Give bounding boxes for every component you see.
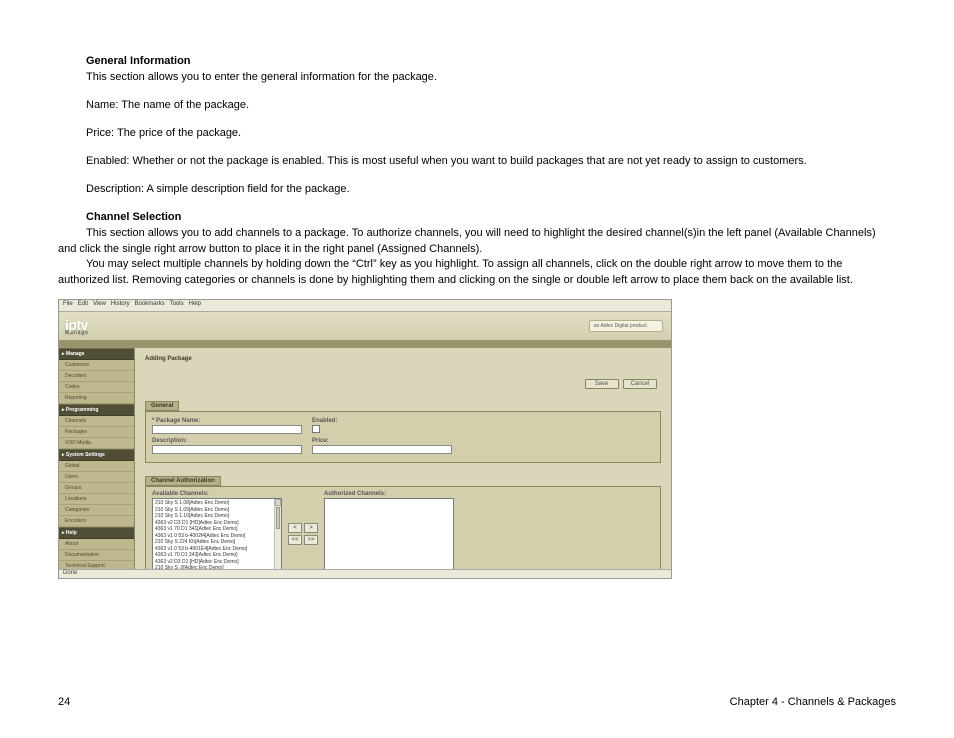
sidebar-header-programming[interactable]: ▸ Programming: [59, 404, 134, 416]
para-enabled: Enabled: Whether or not the package is e…: [58, 154, 896, 170]
para-chan-2: You may select multiple channels by hold…: [58, 257, 896, 289]
menu-bookmarks[interactable]: Bookmarks: [135, 301, 165, 310]
available-channels-label: Available Channels:: [152, 491, 282, 497]
sidebar-item-groups[interactable]: Groups: [59, 483, 134, 494]
para-price: Price: The price of the package.: [58, 126, 896, 142]
save-button-top[interactable]: Save: [585, 379, 619, 389]
move-all-right-button[interactable]: >>: [304, 535, 318, 545]
heading-channel-selection: Channel Selection: [58, 210, 896, 226]
available-channels-list[interactable]: 210 Sky S 1.08[Adtec Enc Demo]210 Sky S …: [152, 498, 282, 579]
para-chan-1: This section allows you to add channels …: [58, 226, 896, 258]
sidebar-item-categories[interactable]: Categories: [59, 505, 134, 516]
product-tag: an Adtec Digital product.: [589, 320, 663, 332]
browser-menubar: File Edit View History Bookmarks Tools H…: [59, 300, 671, 312]
move-left-button[interactable]: <: [288, 523, 302, 533]
sidebar-item-about[interactable]: About: [59, 539, 134, 550]
cancel-button-top[interactable]: Cancel: [623, 379, 657, 389]
sidebar-header-manage[interactable]: ▸ Manage: [59, 348, 134, 360]
package-name-label: * Package Name:: [152, 418, 302, 424]
general-panel: * Package Name: Enabled: Description:: [145, 411, 661, 463]
page-footer: 24 Chapter 4 - Channels & Packages: [58, 696, 896, 708]
sidebar: ▸ Manage Customers Decoders Codes Report…: [59, 348, 135, 569]
content-area: Adding Package Save Cancel General * Pac…: [135, 348, 671, 569]
menu-help[interactable]: Help: [189, 301, 201, 310]
para-name: Name: The name of the package.: [58, 98, 896, 114]
sidebar-item-packages[interactable]: Packages: [59, 427, 134, 438]
sidebar-item-channels[interactable]: Channels: [59, 416, 134, 427]
menu-view[interactable]: View: [93, 301, 106, 310]
app-screenshot: File Edit View History Bookmarks Tools H…: [58, 299, 672, 579]
price-field[interactable]: [312, 445, 452, 454]
sidebar-item-global[interactable]: Global: [59, 461, 134, 472]
move-all-left-button[interactable]: <<: [288, 535, 302, 545]
sidebar-item-reporting[interactable]: Reporting: [59, 393, 134, 404]
sidebar-item-locations[interactable]: Locations: [59, 494, 134, 505]
general-tab: General: [145, 401, 179, 411]
channel-auth-panel: Available Channels: 210 Sky S 1.08[Adtec…: [145, 486, 661, 579]
page-title: Adding Package: [145, 356, 661, 362]
menu-history[interactable]: History: [111, 301, 130, 310]
scrollbar[interactable]: [274, 499, 281, 579]
menu-edit[interactable]: Edit: [78, 301, 88, 310]
list-item[interactable]: National Geographic [Educational]: [155, 578, 279, 579]
sidebar-item-documentation[interactable]: Documentation: [59, 550, 134, 561]
channel-auth-tab: Channel Authorization: [145, 476, 221, 486]
authorized-channels-list[interactable]: [324, 498, 454, 579]
app-logo: iptvManage: [65, 317, 89, 336]
enabled-checkbox[interactable]: [312, 425, 320, 433]
sidebar-item-users[interactable]: Users: [59, 472, 134, 483]
para-general-intro: This section allows you to enter the gen…: [58, 70, 896, 86]
price-label: Price:: [312, 438, 452, 444]
authorized-channels-label: Authorized Channels:: [324, 491, 454, 497]
description-label: Description:: [152, 438, 302, 444]
sidebar-header-system[interactable]: ▸ System Settings: [59, 449, 134, 461]
sidebar-item-customers[interactable]: Customers: [59, 360, 134, 371]
sidebar-item-encoders[interactable]: Encoders: [59, 516, 134, 527]
document-body: General Information This section allows …: [58, 54, 896, 289]
header-stripe: [59, 340, 671, 348]
package-name-field[interactable]: [152, 425, 302, 434]
browser-status-bar: Done: [59, 569, 671, 578]
para-description: Description: A simple description field …: [58, 182, 896, 198]
sidebar-item-decoders[interactable]: Decoders: [59, 371, 134, 382]
sidebar-header-help[interactable]: ▸ Help: [59, 527, 134, 539]
description-field[interactable]: [152, 445, 302, 454]
sidebar-item-vod-media[interactable]: VOD Media: [59, 438, 134, 449]
chapter-label: Chapter 4 - Channels & Packages: [730, 696, 896, 708]
move-right-button[interactable]: >: [304, 523, 318, 533]
app-header: iptvManage an Adtec Digital product.: [59, 312, 671, 340]
heading-general-info: General Information: [58, 54, 896, 70]
page-number: 24: [58, 696, 70, 708]
sidebar-item-codes[interactable]: Codes: [59, 382, 134, 393]
menu-file[interactable]: File: [63, 301, 73, 310]
enabled-label: Enabled:: [312, 418, 452, 424]
menu-tools[interactable]: Tools: [170, 301, 184, 310]
